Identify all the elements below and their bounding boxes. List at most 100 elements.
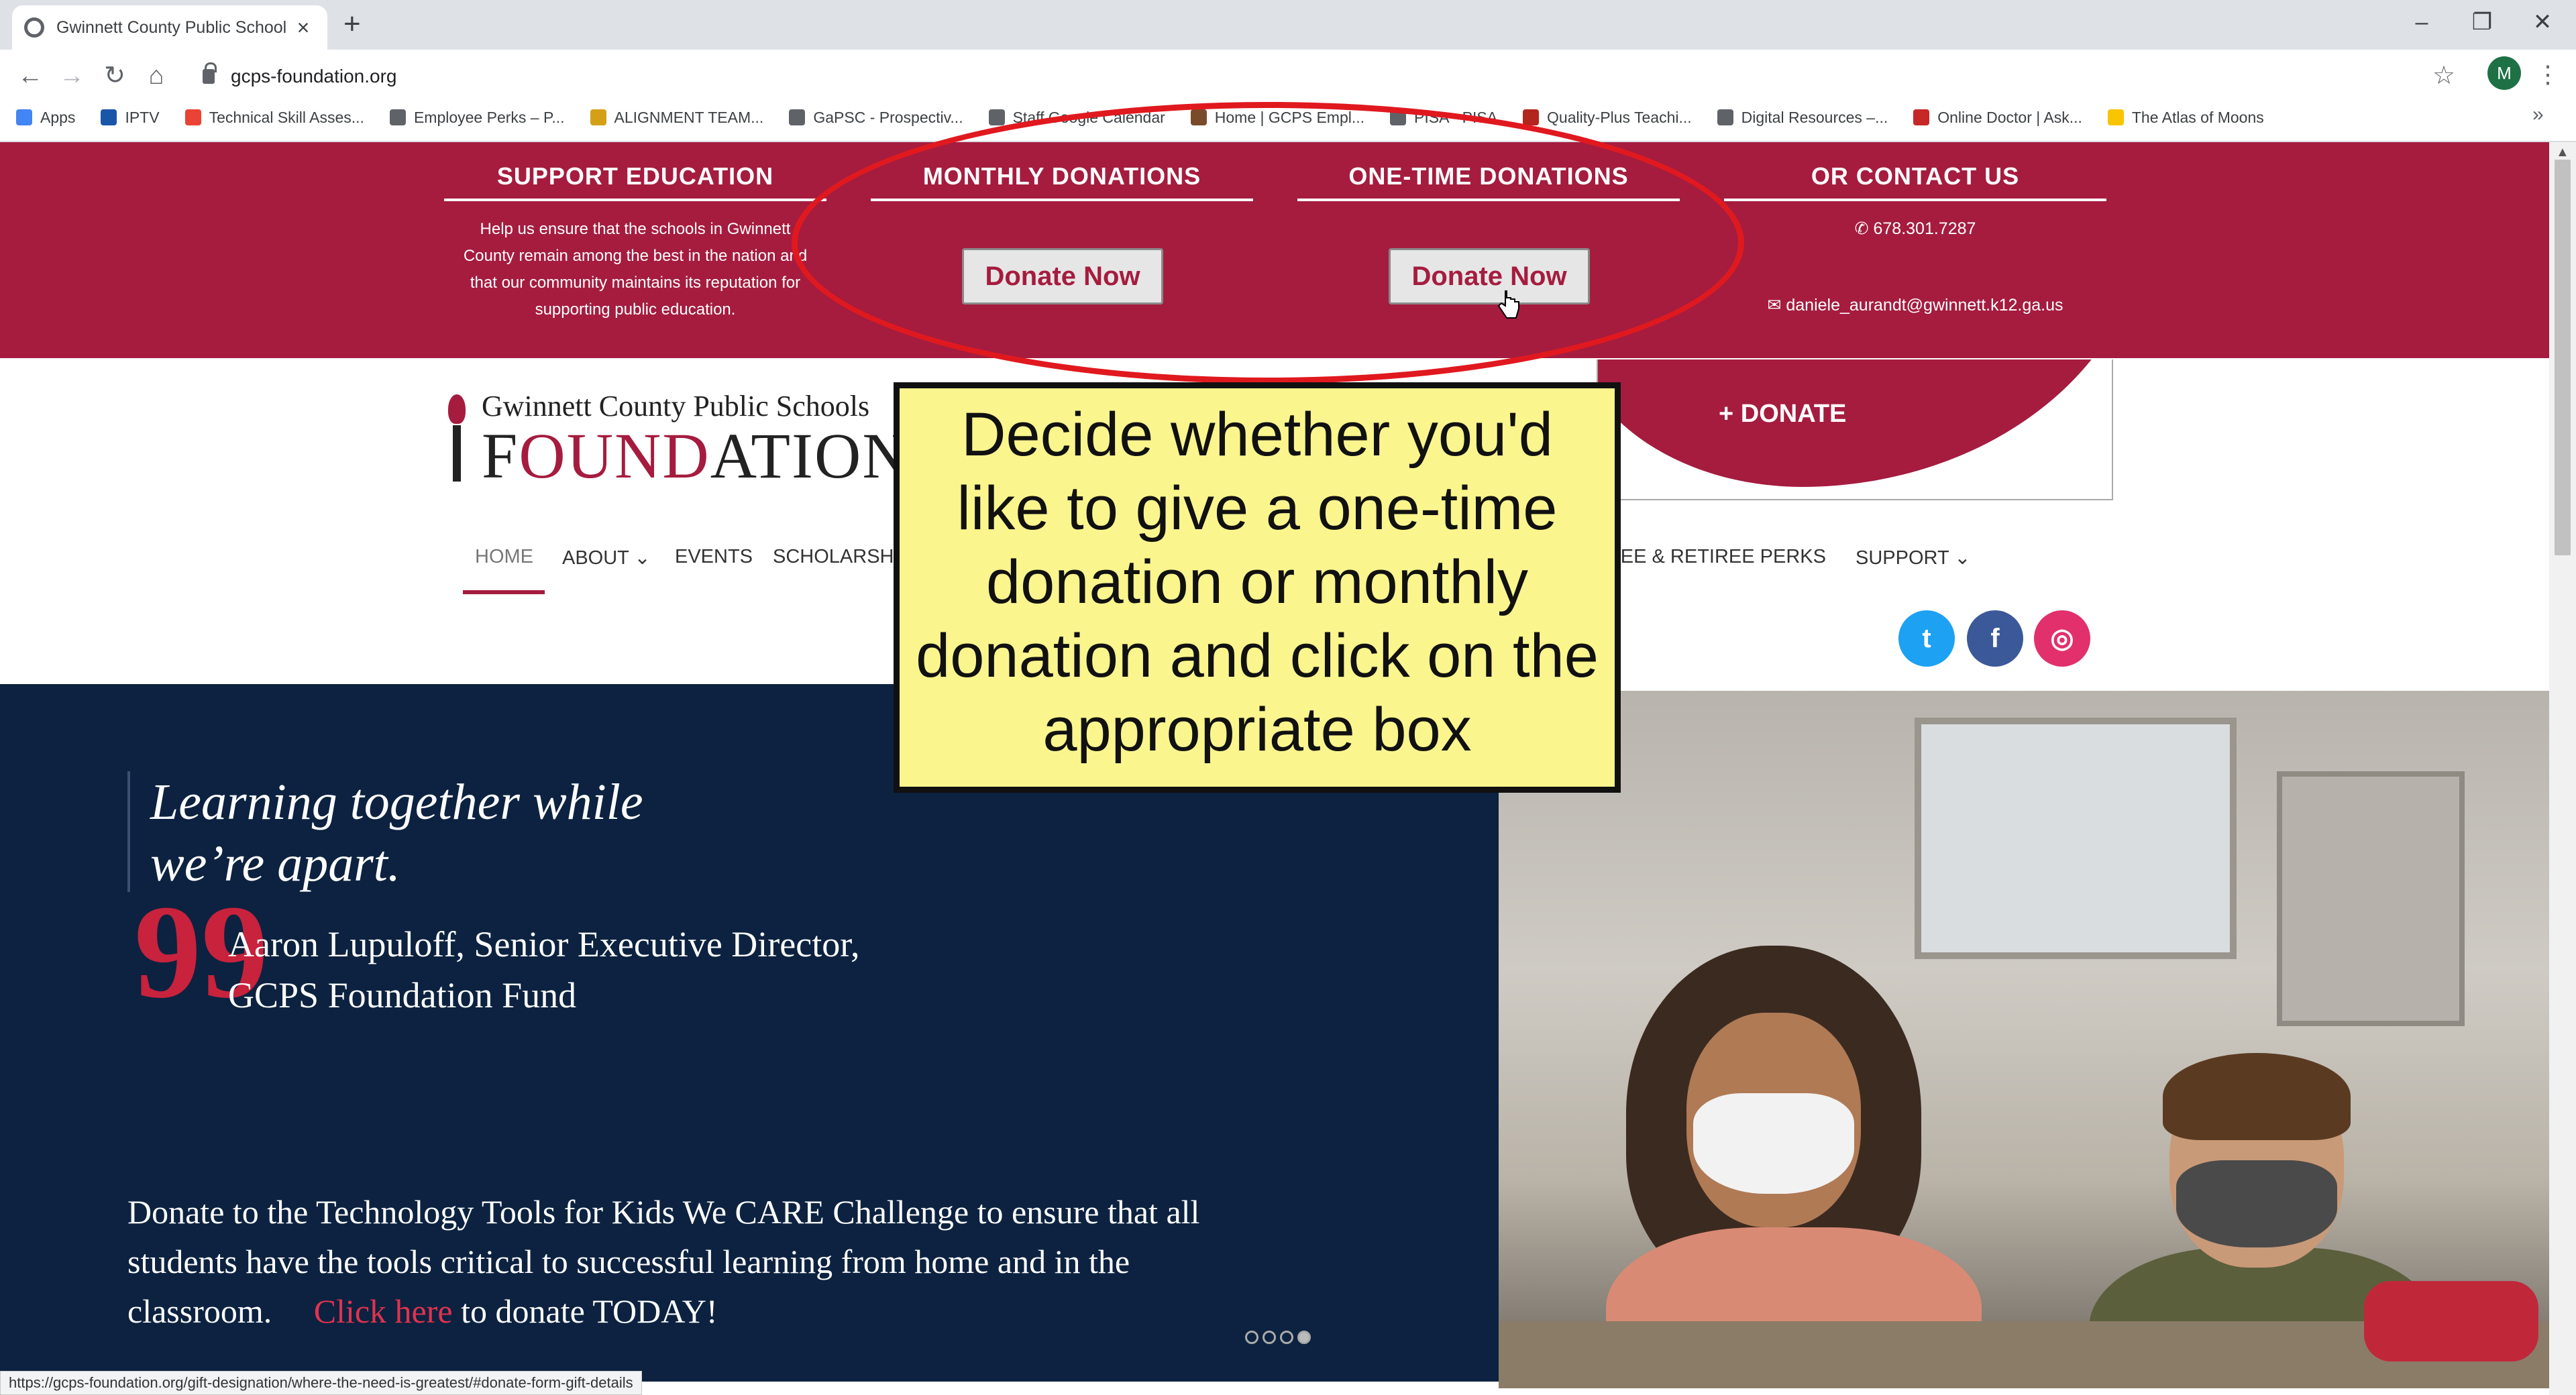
- reload-icon[interactable]: ↻: [97, 58, 133, 94]
- bookmark-label: Apps: [40, 108, 76, 126]
- forward-arrow-icon[interactable]: →: [54, 58, 90, 94]
- header-donate-button[interactable]: + DONATE: [1597, 359, 2113, 500]
- bookmark-favicon-icon: [1523, 109, 1540, 125]
- browser-tab[interactable]: Gwinnett County Public School F ×: [12, 5, 327, 50]
- contact-email[interactable]: daniele_aurandt@gwinnett.k12.ga.us: [1786, 296, 2063, 315]
- bookmark-favicon-icon: [389, 109, 406, 125]
- hero-click-here-link[interactable]: Click here: [314, 1292, 453, 1330]
- quote-bar: [127, 771, 130, 892]
- nav-support[interactable]: SUPPORT ⌄: [1856, 546, 1971, 569]
- header-donate-label: + DONATE: [1719, 400, 1847, 428]
- bookmark-label: Quality-Plus Teachi...: [1547, 108, 1692, 126]
- foundation-logo[interactable]: Gwinnett County Public Schools FOUNDATIO…: [443, 388, 909, 488]
- back-arrow-icon[interactable]: ←: [12, 58, 48, 94]
- bookmark-favicon-icon: [184, 109, 201, 125]
- bookmark-item[interactable]: ALIGNMENT TEAM...: [590, 108, 764, 127]
- page-scrollbar[interactable]: ▲: [2549, 142, 2576, 1395]
- lock-icon: [203, 62, 217, 84]
- bookmark-favicon-icon: [101, 109, 117, 125]
- bookmark-item[interactable]: Digital Resources –...: [1717, 109, 1888, 127]
- bookmark-favicon-icon: [590, 109, 606, 125]
- facebook-icon[interactable]: f: [1967, 610, 2023, 667]
- logo-letters-ation: ATION: [710, 420, 910, 492]
- hero-photo: [1499, 691, 2549, 1388]
- bookmark-favicon-icon: [16, 109, 32, 125]
- bookmark-label: Digital Resources –...: [1741, 108, 1888, 126]
- restore-icon[interactable]: ❐: [2462, 5, 2502, 39]
- globe-icon: [24, 17, 44, 38]
- bookmark-item[interactable]: Online Doctor | Ask...: [1913, 109, 2082, 127]
- bookmark-label: Employee Perks – P...: [413, 108, 565, 126]
- address-url[interactable]: gcps-foundation.org: [231, 66, 397, 87]
- scroll-up-arrow-icon[interactable]: ▲: [2556, 145, 2569, 160]
- hero-author-line-2: GCPS Foundation Fund: [228, 975, 577, 1015]
- nav-events[interactable]: EVENTS: [675, 546, 753, 568]
- logo-letters-ound: OUND: [519, 420, 710, 492]
- bookmark-label: IPTV: [125, 108, 160, 126]
- hero-quote-line-1: Learning together while: [150, 774, 643, 830]
- slider-dot[interactable]: [1263, 1331, 1276, 1344]
- browser-menu-icon[interactable]: ⋮: [2536, 56, 2560, 93]
- bookmark-favicon-icon: [2107, 109, 2124, 125]
- bookmark-item[interactable]: Technical Skill Asses...: [184, 108, 364, 127]
- bookmark-label: Technical Skill Asses...: [209, 108, 364, 126]
- bookmark-favicon-icon: [988, 109, 1005, 125]
- highlight-ellipse: [792, 102, 1744, 384]
- window-close-icon[interactable]: ✕: [2522, 5, 2563, 39]
- address-bar[interactable]: gcps-foundation.org: [189, 58, 2423, 95]
- bookmarks-overflow-icon[interactable]: »: [2532, 103, 2544, 126]
- slider-dot-active[interactable]: [1297, 1331, 1311, 1344]
- donate-blob-shape: [1598, 359, 2112, 487]
- browser-tab-bar: Gwinnett County Public School F × + – ❐ …: [0, 0, 2576, 50]
- slider-dots: [1245, 1331, 1311, 1344]
- nav-perks[interactable]: EMPLOYEE & RETIREE PERKS: [1618, 546, 1826, 568]
- bookmark-favicon-icon: [1913, 109, 1930, 125]
- bookmark-item[interactable]: GaPSC - Prospectiv...: [789, 109, 963, 127]
- nav-scholarships[interactable]: SCHOLARSHIPS: [773, 546, 894, 568]
- bookmark-item[interactable]: IPTV: [101, 108, 160, 127]
- envelope-icon: ✉: [1767, 296, 1782, 315]
- bookmark-label: Online Doctor | Ask...: [1937, 108, 2082, 126]
- bookmark-label: ALIGNMENT TEAM...: [614, 108, 764, 126]
- new-tab-button[interactable]: +: [343, 9, 361, 39]
- slider-dot[interactable]: [1280, 1331, 1293, 1344]
- support-education-title: SUPPORT EDUCATION: [444, 162, 826, 201]
- contact-title: OR CONTACT US: [1724, 162, 2106, 201]
- tab-close-icon[interactable]: ×: [291, 15, 315, 40]
- support-education-column: SUPPORT EDUCATION Help us ensure that th…: [444, 162, 826, 323]
- contact-phone-row[interactable]: ✆ 678.301.7287: [1724, 219, 2106, 239]
- profile-avatar[interactable]: M: [2487, 56, 2521, 90]
- scrollbar-thumb[interactable]: [2555, 160, 2571, 555]
- hero-author: Aaron Lupuloff, Senior Executive Directo…: [228, 919, 860, 1021]
- nav-home[interactable]: HOME: [475, 546, 533, 568]
- support-education-text: Help us ensure that the schools in Gwinn…: [463, 220, 808, 319]
- twitter-icon[interactable]: t: [1898, 610, 1955, 667]
- contact-email-row[interactable]: ✉ daniele_aurandt@gwinnett.k12.ga.us: [1724, 295, 2106, 315]
- bookmark-item[interactable]: Quality-Plus Teachi...: [1523, 109, 1692, 127]
- minimize-icon[interactable]: –: [2402, 5, 2442, 39]
- hero-cta: Donate to the Technology Tools for Kids …: [127, 1187, 1268, 1336]
- logo-top-text: Gwinnett County Public Schools: [482, 390, 870, 423]
- contact-column: OR CONTACT US ✆ 678.301.7287 ✉ daniele_a…: [1724, 162, 2106, 315]
- bookmark-item[interactable]: Employee Perks – P...: [389, 108, 565, 127]
- bookmark-favicon-icon: [789, 109, 806, 125]
- nav-active-underline: [463, 590, 545, 594]
- logo-letter-f: F: [482, 420, 519, 492]
- hero-quote: Learning together while we’re apart.: [150, 771, 643, 895]
- slider-dot[interactable]: [1245, 1331, 1258, 1344]
- bookmark-favicon-icon: [1717, 109, 1733, 125]
- contact-phone[interactable]: 678.301.7287: [1873, 219, 1976, 238]
- hero-cta-end: to donate TODAY!: [461, 1292, 718, 1330]
- instagram-icon[interactable]: ◎: [2034, 610, 2090, 667]
- bookmark-label: The Atlas of Moons: [2131, 108, 2264, 126]
- nav-about[interactable]: ABOUT ⌄: [562, 546, 651, 569]
- status-link-preview: https://gcps-foundation.org/gift-designa…: [0, 1371, 642, 1395]
- torch-icon: [443, 394, 470, 482]
- phone-icon: ✆: [1854, 219, 1869, 238]
- bookmark-item[interactable]: Apps: [16, 109, 75, 127]
- bookmark-star-icon[interactable]: ☆: [2432, 58, 2455, 94]
- hand-cursor-icon: [1497, 290, 1519, 319]
- hero-author-line-1: Aaron Lupuloff, Senior Executive Directo…: [228, 924, 860, 964]
- bookmark-item[interactable]: The Atlas of Moons: [2107, 108, 2264, 127]
- home-icon[interactable]: ⌂: [138, 58, 174, 94]
